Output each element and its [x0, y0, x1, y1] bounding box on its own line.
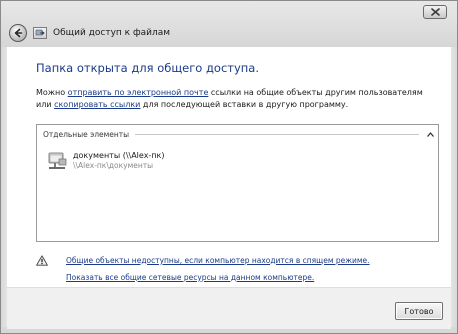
window-title: Общий доступ к файлам: [53, 28, 171, 38]
description-text: Можно отправить по электронной почте ссы…: [36, 87, 431, 111]
show-all-shares-link[interactable]: Показать все общие сетевые ресурсы на да…: [66, 273, 314, 282]
file-sharing-icon: [33, 27, 47, 39]
description-part3: для последующей вставки в другую програм…: [140, 100, 349, 109]
sleep-mode-link[interactable]: Общие объекты недоступны, если компьютер…: [66, 256, 370, 265]
list-item-path: \\Alex-пк\документы: [73, 161, 154, 170]
chevron-up-icon: [426, 131, 434, 137]
window-frame-right: [451, 47, 457, 333]
show-all-row: Показать все общие сетевые ресурсы на да…: [36, 271, 441, 283]
warning-icon: [36, 254, 48, 266]
group-label: Отдельные элементы: [43, 129, 130, 139]
share-dialog-window: Общий доступ к файлам Папка открыта для …: [0, 0, 458, 334]
list-item-text: документы (\\Alex-пк) \\Alex-пк\документ…: [73, 151, 165, 175]
arrow-left-icon: [14, 28, 23, 38]
shared-items-list: Отдельные элементы документы (\\Alex-пк)…: [36, 124, 439, 242]
done-button[interactable]: Готово: [395, 302, 443, 320]
warning-row: Общие объекты недоступны, если компьютер…: [36, 254, 441, 266]
copy-link[interactable]: скопировать ссылки: [54, 100, 140, 109]
group-divider: [135, 133, 419, 135]
back-button[interactable]: [9, 24, 27, 42]
collapse-button[interactable]: [425, 129, 435, 139]
list-item-name: документы (\\Alex-пк): [73, 151, 165, 160]
close-icon: [430, 8, 440, 16]
nav-row: Общий доступ к файлам: [9, 23, 170, 43]
email-link[interactable]: отправить по электронной почте: [68, 88, 209, 97]
close-button[interactable]: [423, 5, 447, 19]
list-item[interactable]: документы (\\Alex-пк) \\Alex-пк\документ…: [47, 151, 247, 175]
network-folder-icon: [48, 152, 67, 169]
description-part1: Можно: [36, 88, 68, 97]
content-area: Папка открыта для общего доступа. Можно …: [7, 47, 451, 287]
group-header[interactable]: Отдельные элементы: [43, 128, 435, 140]
dialog-footer: Готово: [7, 287, 451, 329]
page-heading: Папка открыта для общего доступа.: [36, 61, 260, 75]
